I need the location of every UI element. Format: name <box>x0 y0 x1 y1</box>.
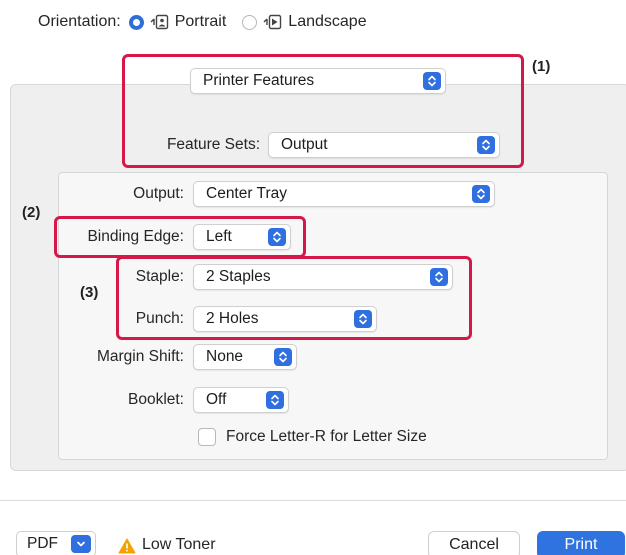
callout-1: (1) <box>532 58 551 75</box>
portrait-radio[interactable] <box>128 14 144 30</box>
portrait-label: Portrait <box>174 13 227 30</box>
popup-stepper-icon <box>274 348 292 366</box>
booklet-label: Booklet: <box>127 391 184 408</box>
cancel-button[interactable]: Cancel <box>428 531 520 555</box>
popup-stepper-icon <box>266 391 284 409</box>
chevron-down-icon <box>71 535 91 553</box>
highlight-box-1 <box>122 54 524 168</box>
orientation-row: Orientation: Portrait Landscape <box>38 10 367 34</box>
footer-divider <box>0 500 626 501</box>
output-popup[interactable]: Center Tray <box>193 181 495 207</box>
booklet-value: Off <box>206 391 227 408</box>
portrait-orientation-icon <box>150 14 170 30</box>
force-letter-r-checkbox[interactable] <box>198 428 216 446</box>
margin-shift-popup[interactable]: None <box>193 344 297 370</box>
orientation-landscape-option[interactable]: Landscape <box>234 13 367 31</box>
orientation-label: Orientation: <box>38 13 121 30</box>
margin-shift-value: None <box>206 348 244 365</box>
landscape-orientation-icon <box>263 14 283 30</box>
print-button[interactable]: Print <box>537 531 625 555</box>
booklet-popup[interactable]: Off <box>193 387 289 413</box>
force-letter-r-label: Force Letter-R for Letter Size <box>226 428 427 445</box>
callout-3: (3) <box>80 284 99 301</box>
pdf-label: PDF <box>27 535 58 552</box>
orientation-portrait-option[interactable]: Portrait <box>121 13 227 31</box>
pdf-menu-button[interactable]: PDF <box>16 531 96 555</box>
highlight-box-3 <box>116 256 472 340</box>
highlight-box-2 <box>54 216 306 258</box>
landscape-radio[interactable] <box>242 14 258 30</box>
landscape-label: Landscape <box>288 13 367 30</box>
output-label: Output: <box>133 185 184 202</box>
warning-icon <box>118 538 136 554</box>
low-toner-status: Low Toner <box>142 536 216 553</box>
popup-stepper-icon <box>472 185 490 203</box>
margin-shift-label: Margin Shift: <box>96 348 184 365</box>
callout-2: (2) <box>22 204 41 221</box>
output-value: Center Tray <box>206 185 287 202</box>
